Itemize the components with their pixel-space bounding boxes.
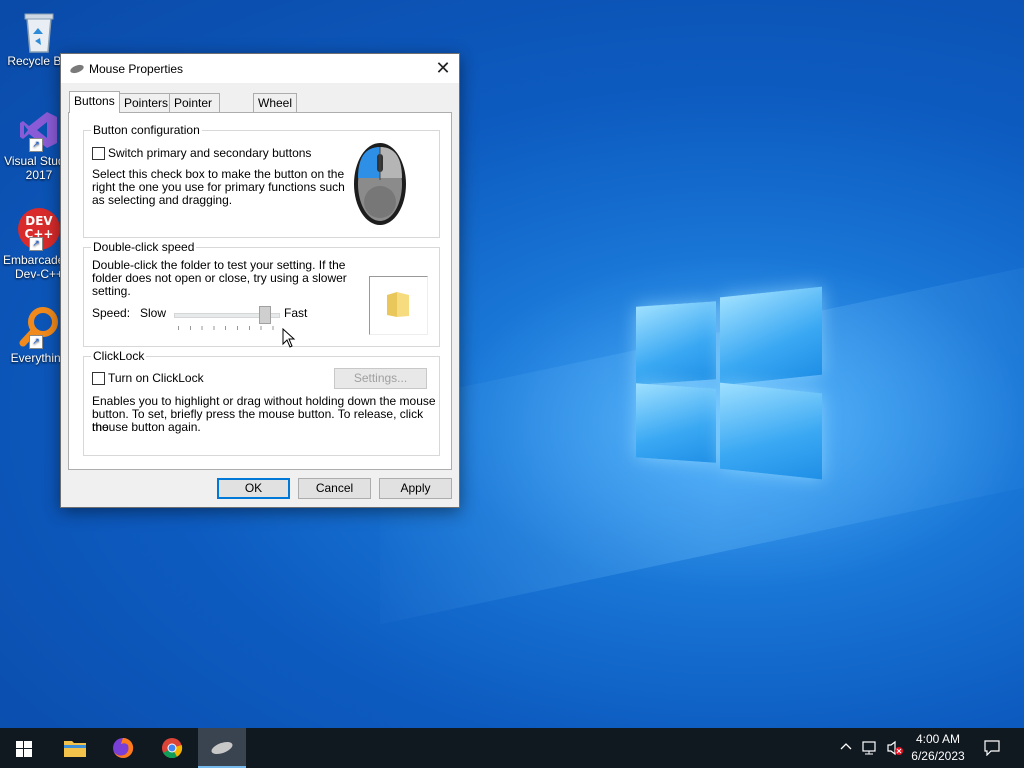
shortcut-arrow-icon: ↗ (29, 138, 43, 152)
tab-pointer-options[interactable]: Pointer Options (169, 93, 221, 129)
slider-thumb[interactable] (259, 306, 271, 324)
tab-pointers[interactable]: Pointers (119, 93, 174, 113)
description-line: as selecting and dragging. (92, 193, 233, 207)
apply-button[interactable]: Apply (379, 478, 452, 499)
cancel-button[interactable]: Cancel (298, 478, 371, 499)
start-button[interactable] (0, 728, 48, 768)
group-clicklock: ClickLock Turn on ClickLock Settings... … (83, 349, 440, 456)
taskbar-chrome[interactable] (149, 728, 197, 768)
action-center-icon[interactable] (983, 740, 1001, 759)
taskbar: 4:00 AM 6/26/2023 (0, 728, 1024, 768)
ok-button[interactable]: OK (217, 478, 290, 499)
switch-buttons-checkbox[interactable] (92, 147, 105, 160)
everything-search-icon: ↗ (17, 305, 61, 349)
clicklock-label[interactable]: Turn on ClickLock (108, 372, 204, 385)
tab-buttons[interactable]: Buttons (69, 91, 120, 113)
description-line: mouse button again. (92, 420, 201, 434)
start-icon (16, 741, 32, 760)
description-line: setting. (92, 284, 131, 298)
shortcut-arrow-icon: ↗ (29, 237, 43, 251)
volume-muted-icon[interactable] (886, 740, 904, 759)
clicklock-checkbox[interactable] (92, 372, 105, 385)
speed-slider[interactable] (174, 306, 280, 332)
recycle-bin-icon (17, 8, 61, 53)
fast-label: Fast (284, 306, 308, 320)
mouse-illustration-icon (352, 140, 408, 229)
clock[interactable]: 4:00 AM 6/26/2023 (906, 731, 970, 765)
clock-time: 4:00 AM (915, 732, 961, 746)
test-folder-box[interactable] (369, 276, 428, 335)
folder-icon (385, 291, 411, 322)
mouse-properties-dialog: Mouse Properties ✕ Buttons Pointers Poin… (60, 53, 460, 508)
group-label: Button configuration (91, 123, 202, 137)
shortcut-arrow-icon: ↗ (29, 335, 43, 349)
file-explorer-icon (64, 739, 86, 760)
dev-cpp-icon: DEV C++ ↗ (17, 207, 61, 251)
mouse-properties-icon (210, 741, 234, 758)
taskbar-file-explorer[interactable] (50, 728, 98, 768)
speed-label: Speed: (92, 306, 131, 320)
show-hidden-icons-chevron-icon[interactable] (839, 740, 853, 757)
mouse-cursor-icon (282, 327, 296, 351)
switch-buttons-label[interactable]: Switch primary and secondary buttons (108, 147, 311, 160)
group-double-click-speed: Double-click speed Double-click the fold… (83, 240, 440, 347)
firefox-icon (112, 737, 134, 762)
dialog-title: Mouse Properties (89, 62, 184, 76)
taskbar-mouse-properties[interactable] (198, 728, 246, 768)
close-button[interactable]: ✕ (427, 54, 459, 83)
taskbar-firefox[interactable] (100, 728, 148, 768)
chrome-icon (161, 737, 183, 762)
group-label: ClickLock (91, 349, 147, 363)
group-button-configuration: Button configuration Switch primary and … (83, 123, 440, 238)
slider-ticks (178, 326, 274, 330)
tab-wheel[interactable]: Wheel (253, 93, 298, 113)
clicklock-settings-button[interactable]: Settings... (334, 368, 427, 389)
tab-panel-buttons: Button configuration Switch primary and … (68, 112, 452, 470)
dialog-titlebar[interactable]: Mouse Properties ✕ (61, 54, 459, 83)
group-label: Double-click speed (91, 240, 197, 254)
mouse-icon (69, 63, 85, 74)
slow-label: Slow (140, 306, 167, 320)
clock-date: 6/26/2023 (911, 749, 965, 763)
network-icon[interactable] (862, 740, 880, 759)
windows-wallpaper-logo (636, 286, 824, 480)
visual-studio-icon: ↗ (17, 108, 61, 152)
